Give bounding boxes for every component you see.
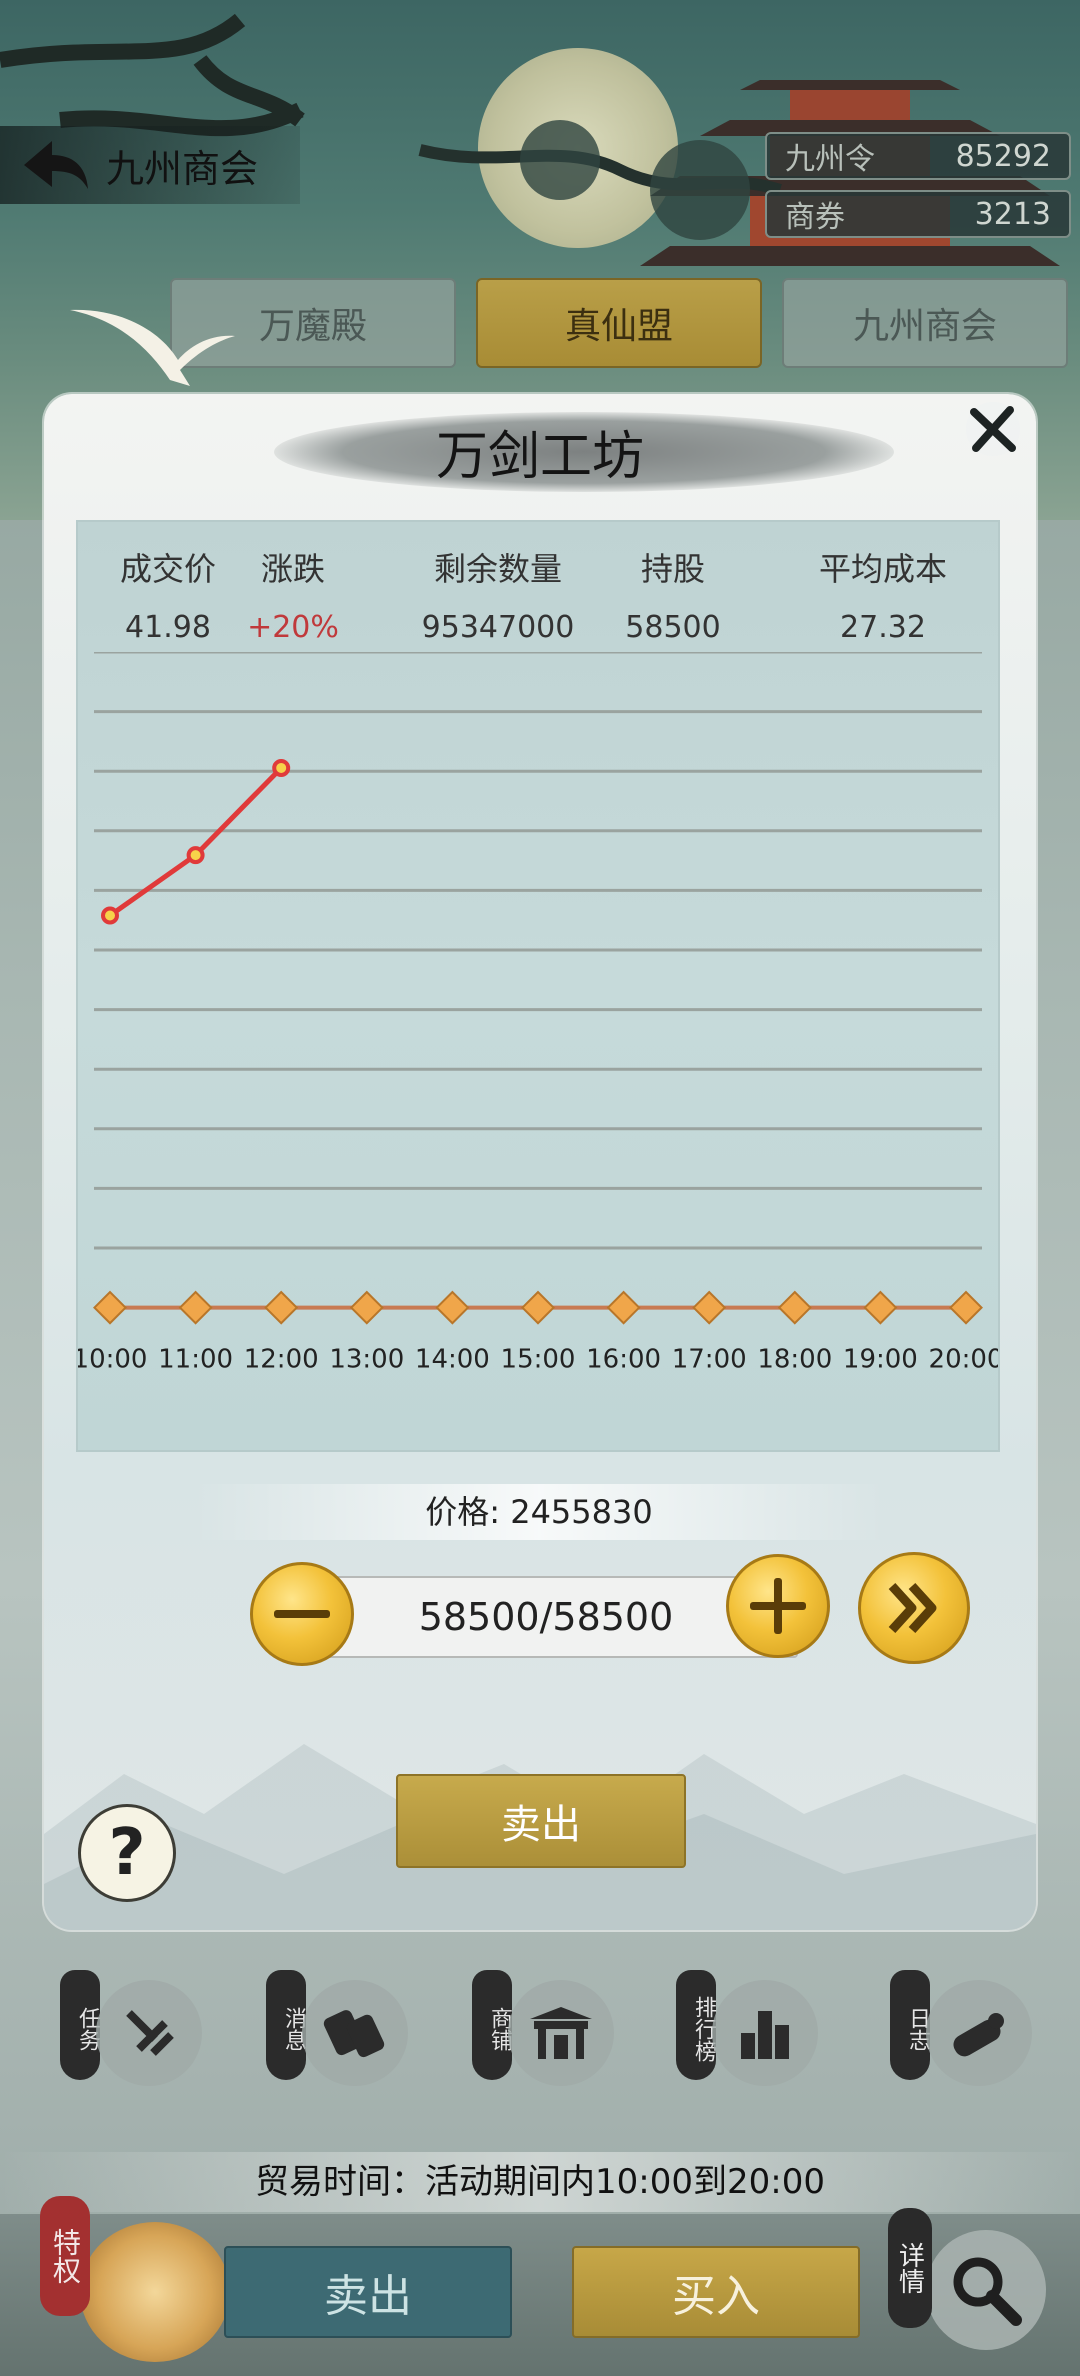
x-tick-label: 15:00: [501, 1345, 576, 1375]
bottom-sell-button[interactable]: 卖出: [224, 2246, 512, 2338]
header-remaining: 剩余数量: [433, 550, 562, 588]
x-tick-label: 13:00: [329, 1345, 404, 1375]
plus-icon: [750, 1578, 806, 1634]
header-deal-price: 成交价: [119, 550, 216, 588]
x-axis-marker: [435, 1290, 470, 1325]
currency-name: 九州令: [785, 142, 875, 177]
nav-ranking-label: 排行榜: [676, 1970, 716, 2080]
nav-ranking[interactable]: 排行榜: [676, 1970, 836, 2090]
magnifier-icon: [926, 2230, 1046, 2350]
modal-title: 万剑工坊: [435, 427, 644, 487]
x-axis-marker: [264, 1290, 299, 1325]
nav-log[interactable]: 日志: [890, 1970, 1050, 2090]
x-tick-label: 20:00: [929, 1345, 998, 1375]
page-title: 九州商会: [106, 146, 259, 191]
price-line-chart: 10:00 11:00 12:00 13:00 14:00 15:00 16:00 17:00…: [78, 652, 998, 1375]
x-axis-marker: [178, 1290, 213, 1325]
tab-zhenxianmeng[interactable]: 真仙盟: [476, 278, 762, 368]
double-chevron-right-icon: [888, 1582, 937, 1634]
value-change: +20%: [247, 610, 339, 645]
x-axis-marker: [777, 1290, 812, 1325]
x-tick-label: 18:00: [757, 1345, 832, 1375]
data-point: [101, 906, 119, 925]
currency-value: 3213: [974, 196, 1051, 232]
stock-modal: 万剑工坊 成交价 涨跌 剩余数量 持股 平均成本 41.98 +20% 9534…: [44, 394, 1036, 1930]
nav-log-label: 日志: [890, 1970, 930, 2080]
x-tick-label: 19:00: [843, 1345, 918, 1375]
header-avg-cost: 平均成本: [818, 550, 947, 588]
value-deal-price: 41.98: [125, 610, 211, 645]
crane-decoration: [70, 309, 235, 386]
x-axis-marker: [349, 1290, 384, 1325]
data-point: [186, 846, 205, 865]
x-tick-label: 11:00: [158, 1345, 233, 1375]
x-tick-label: 16:00: [586, 1345, 661, 1375]
x-tick-label: 17:00: [672, 1345, 747, 1375]
privilege-coin-icon: [80, 2222, 230, 2362]
value-avg-cost: 27.32: [840, 610, 926, 645]
currency-name: 商券: [785, 200, 845, 235]
back-arrow-icon: [24, 141, 88, 189]
privilege-label: 特权: [40, 2196, 90, 2316]
quantity-stepper[interactable]: 58500/58500: [294, 1576, 798, 1658]
stock-panel: 成交价 涨跌 剩余数量 持股 平均成本 41.98 +20% 95347000 …: [76, 520, 1000, 1452]
minus-icon: [274, 1610, 330, 1618]
detail-button[interactable]: 详情: [888, 2208, 1068, 2358]
x-axis-marker: [949, 1290, 983, 1325]
task-icon: [96, 1980, 202, 2086]
nav-task-label: 任务: [60, 1970, 100, 2080]
tab-jiuzhoushanghui[interactable]: 九州商会: [782, 278, 1068, 368]
decrease-button[interactable]: [250, 1562, 354, 1666]
header-change: 涨跌: [260, 550, 325, 588]
bottom-buy-button[interactable]: 买入: [572, 2246, 860, 2338]
x-axis-marker: [93, 1290, 127, 1325]
detail-label: 详情: [888, 2208, 932, 2328]
increase-button[interactable]: [726, 1554, 830, 1658]
data-point: [272, 758, 291, 777]
nav-shop-label: 商铺: [472, 1970, 512, 2080]
log-icon: [926, 1980, 1032, 2086]
currency-value: 85292: [955, 138, 1051, 174]
currency-shangquan: 商券 3213: [765, 190, 1071, 238]
nav-shop[interactable]: 商铺: [472, 1970, 632, 2090]
help-icon[interactable]: ?: [78, 1804, 176, 1902]
price-label: 价格: 2455830: [194, 1484, 884, 1540]
shop-icon: [508, 1980, 614, 2086]
value-remaining: 95347000: [421, 610, 575, 645]
x-tick-label: 14:00: [415, 1345, 490, 1375]
series-line: [108, 766, 283, 918]
ranking-icon: [712, 1980, 818, 2086]
x-tick-label: 12:00: [244, 1345, 319, 1375]
x-axis-marker: [521, 1290, 555, 1325]
message-icon: [302, 1980, 408, 2086]
nav-message-label: 消息: [266, 1970, 306, 2080]
x-tick-label: 10:00: [78, 1345, 147, 1375]
currency-jiuzhouling: 九州令 85292: [765, 132, 1071, 180]
privilege-button[interactable]: 特权: [40, 2196, 230, 2366]
x-axis-marker: [692, 1290, 727, 1325]
back-button[interactable]: 九州商会: [0, 126, 300, 204]
x-axis-marker: [606, 1290, 641, 1325]
nav-message[interactable]: 消息: [266, 1970, 426, 2090]
header-holdings: 持股: [640, 550, 705, 588]
max-quantity-button[interactable]: [858, 1552, 970, 1664]
modal-sell-button[interactable]: 卖出: [396, 1774, 686, 1868]
value-holdings: 58500: [625, 610, 721, 645]
x-axis-marker: [863, 1290, 898, 1325]
nav-task[interactable]: 任务: [60, 1970, 220, 2090]
close-icon[interactable]: [964, 400, 1022, 458]
